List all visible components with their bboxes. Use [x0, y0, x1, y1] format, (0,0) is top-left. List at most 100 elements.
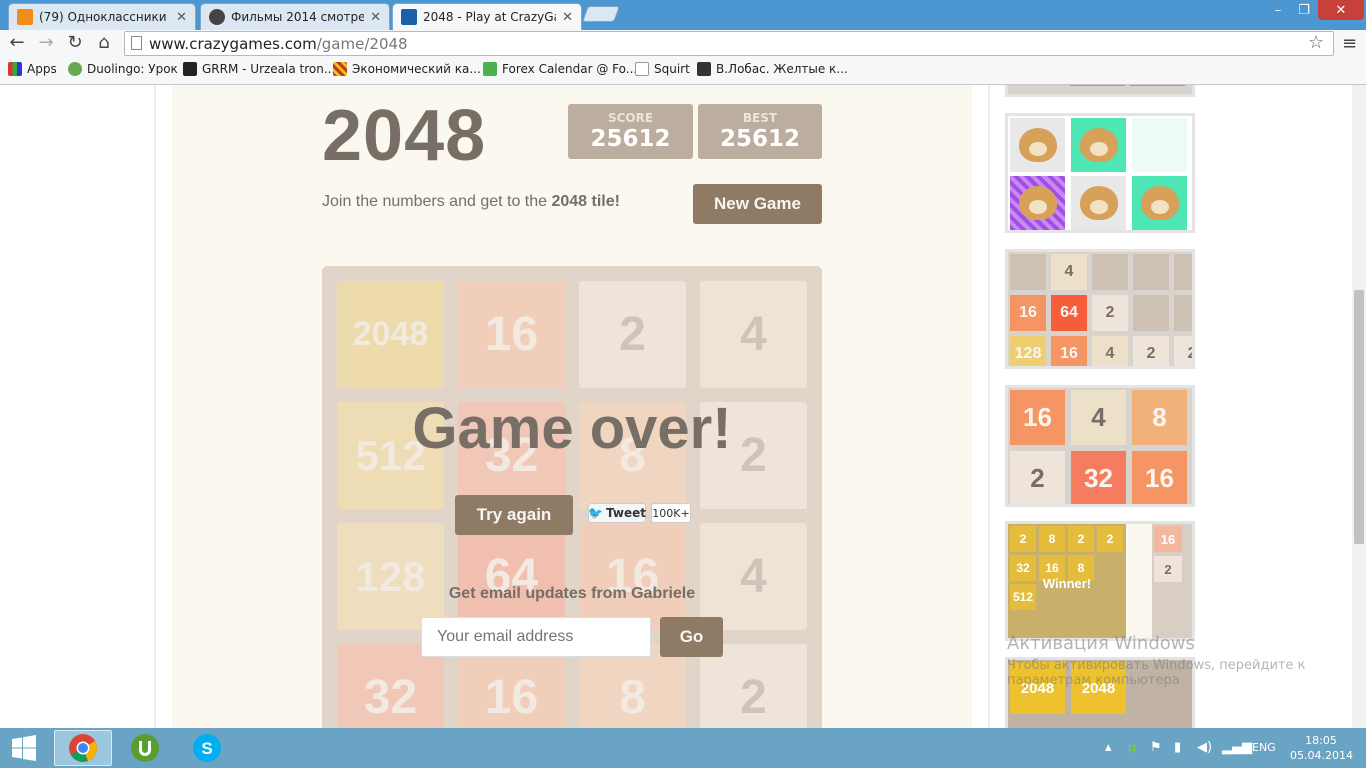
doge-tile [1071, 176, 1126, 230]
game-thumbnail-5[interactable]: 2822321685122 Winner! 162 [1005, 521, 1195, 641]
score-value: 25612 [590, 126, 671, 152]
page-icon [635, 62, 649, 76]
winner-label: Winner! [1042, 575, 1092, 591]
flag-icon[interactable]: ⚑ [1150, 740, 1162, 755]
crazygames-icon [401, 9, 417, 25]
tweet-button[interactable]: 🐦 Tweet [588, 503, 646, 523]
try-again-button[interactable]: Try again [455, 495, 573, 535]
grrm-icon [183, 62, 197, 76]
home-icon[interactable]: ⌂ [93, 34, 115, 52]
go-button[interactable]: Go [660, 617, 723, 657]
close-tab-icon[interactable]: ✕ [370, 10, 381, 25]
game-over-message: Game over! [412, 396, 732, 461]
forex-icon [483, 62, 497, 76]
clock-time: 18:05 [1305, 734, 1337, 747]
watermark-line: параметрам компьютера [1007, 673, 1180, 688]
mini-tile: 16 [1010, 295, 1046, 331]
mini-tile: 2 [1010, 526, 1036, 552]
mini-tile: 16 [1154, 526, 1182, 552]
mini-tile [1174, 254, 1192, 290]
mini-tile: 4 [1092, 336, 1128, 366]
doge-tile [1010, 118, 1065, 172]
doge-tile [1010, 176, 1065, 230]
bookmark-label: Duolingo: Урок [87, 62, 178, 76]
doge-icon [1018, 128, 1057, 162]
close-tab-icon[interactable]: ✕ [176, 10, 187, 25]
reload-icon[interactable]: ↻ [64, 34, 86, 52]
mini-tile: 128 [1010, 336, 1046, 366]
taskbar-skype[interactable]: S [178, 730, 236, 766]
back-icon[interactable]: ← [6, 34, 28, 52]
scrollbar-thumb[interactable] [1354, 290, 1364, 544]
bookmark-label: GRRM - Urzeala tron... [202, 62, 336, 76]
clock[interactable]: 18:05 05.04.2014 [1290, 733, 1353, 763]
utorrent-tray-icon[interactable]: µ [1128, 740, 1136, 755]
new-game-button[interactable]: New Game [693, 184, 822, 224]
game-thumbnail-4[interactable]: 16 4 8 2 32 16 [1005, 385, 1195, 507]
language-indicator[interactable]: ENG [1252, 741, 1276, 754]
tab-title: Фильмы 2014 смотреть о [231, 10, 365, 24]
watermark-line: Чтобы активировать Windows, перейдите к [1007, 658, 1306, 673]
tray-expand-icon[interactable]: ▴ [1105, 740, 1112, 755]
mini-tile [1070, 85, 1125, 86]
economic-icon [333, 62, 347, 76]
restore-button[interactable]: ❐ [1291, 0, 1317, 20]
mini-tile: 2 [1133, 336, 1169, 366]
taskbar-utorrent[interactable] [116, 730, 174, 766]
utorrent-icon [131, 734, 159, 762]
tab-films[interactable]: Фильмы 2014 смотреть о ✕ [200, 3, 390, 30]
mini-tile: 2 [1174, 336, 1192, 366]
network-icon[interactable]: ▂▄▆ [1222, 740, 1252, 755]
bookmark-apps[interactable]: Apps [8, 62, 57, 76]
minimize-button[interactable]: – [1265, 0, 1291, 20]
doge-2048-thumbnail[interactable] [1005, 113, 1195, 233]
close-window-button[interactable]: ✕ [1318, 0, 1364, 20]
close-tab-icon[interactable]: ✕ [562, 10, 573, 25]
mini-tile: 2 [1068, 526, 1094, 552]
bookmark-duolingo[interactable]: Duolingo: Урок [68, 62, 178, 76]
apps-grid-icon [8, 62, 22, 76]
menu-icon[interactable]: ≡ [1342, 33, 1357, 54]
doge-icon [1140, 186, 1179, 220]
battery-icon[interactable]: ▮ [1174, 740, 1181, 755]
game-thumbnail[interactable] [1005, 85, 1195, 97]
twitter-bird-icon: 🐦 [588, 506, 603, 520]
best-box: BEST 25612 [698, 104, 822, 159]
mini-tile: 2 [1097, 526, 1123, 552]
new-tab-button[interactable] [582, 6, 620, 22]
thumb-right-panel: 16 2 [1152, 524, 1192, 638]
mini-tile [1092, 254, 1128, 290]
game-thumbnail-3[interactable]: 41664212816422 [1005, 249, 1195, 369]
score-label: SCORE [607, 111, 654, 125]
windows-logo-icon [12, 735, 36, 761]
mini-tile: 2 [1092, 295, 1128, 331]
volume-icon[interactable]: ◀) [1197, 740, 1212, 755]
intro-bold: 2048 tile! [551, 193, 620, 210]
mini-tile [1010, 85, 1065, 86]
intro-text: Join the numbers and get to the 2048 til… [322, 193, 620, 211]
page-scrollbar[interactable] [1352, 85, 1366, 728]
tab-odnoklassniki[interactable]: (79) Одноклассники ✕ [8, 3, 196, 30]
tab-title: 2048 - Play at CrazyGame [423, 10, 556, 24]
bookmark-lobas[interactable]: В.Лобас. Желтые к... [697, 62, 848, 76]
mini-tile: 2 [1010, 451, 1065, 504]
bookmark-grrm[interactable]: GRRM - Urzeala tron... [183, 62, 335, 76]
mini-tile [1010, 254, 1046, 290]
tab-2048[interactable]: 2048 - Play at CrazyGame ✕ [392, 3, 582, 30]
email-input[interactable] [421, 617, 651, 657]
windows-activation-text: Чтобы активировать Windows, перейдите кп… [1007, 658, 1306, 688]
address-bar[interactable]: www.crazygames.com/game/2048 [124, 31, 1334, 56]
doge-icon [1018, 186, 1057, 220]
mini-tile [1133, 254, 1169, 290]
forward-icon[interactable]: → [35, 34, 57, 52]
windows-activation-title: Активация Windows [1007, 633, 1195, 654]
film-site-icon [209, 9, 225, 25]
svg-text:S: S [201, 739, 212, 758]
mini-tile: 4 [1051, 254, 1087, 290]
bookmark-forex[interactable]: Forex Calendar @ Fo... [483, 62, 637, 76]
bookmark-economic[interactable]: Экономический ка... [333, 62, 481, 76]
start-button[interactable] [0, 730, 48, 766]
bookmark-star-icon[interactable]: ☆ [1308, 32, 1324, 53]
taskbar-chrome[interactable] [54, 730, 112, 766]
bookmark-squirt[interactable]: Squirt [635, 62, 690, 76]
